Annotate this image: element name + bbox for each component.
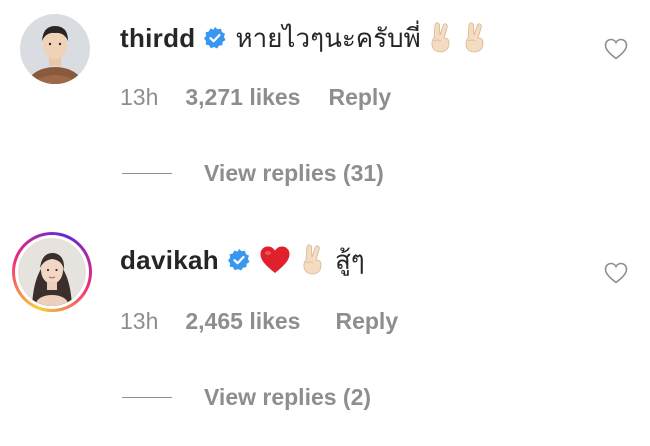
likes-count[interactable]: 2,465 likes (185, 308, 300, 335)
like-heart-icon[interactable] (604, 262, 628, 284)
avatar (18, 238, 86, 306)
timestamp[interactable]: 13h (120, 84, 158, 111)
divider-dash (122, 397, 172, 398)
username[interactable]: davikah (120, 245, 219, 276)
comment-text: สู้ๆ (334, 245, 365, 276)
avatar-image (18, 238, 86, 306)
view-replies-button[interactable]: View replies (2) (122, 384, 371, 411)
victory-hand-icon (299, 243, 327, 277)
comment-text: หายไวๆนะครับพี่ (235, 23, 421, 54)
verified-badge-icon (203, 26, 227, 50)
divider-dash (122, 173, 172, 174)
username[interactable]: thirdd (120, 23, 195, 54)
victory-hand-icon (427, 21, 455, 55)
avatar[interactable] (20, 14, 90, 84)
comment-line: thirdd หายไวๆนะครับพี่ (120, 20, 489, 56)
likes-count[interactable]: 3,271 likes (185, 84, 300, 111)
comment-line: davikah สู้ๆ (120, 242, 365, 278)
timestamp[interactable]: 13h (120, 308, 158, 335)
reply-button[interactable]: Reply (328, 84, 391, 111)
avatar-image (20, 14, 90, 84)
comment-meta: 13h 2,465 likes Reply (120, 308, 398, 335)
comment-meta: 13h 3,271 likes Reply (120, 84, 391, 111)
victory-hand-icon (461, 21, 489, 55)
verified-badge-icon (227, 248, 251, 272)
view-replies-label: View replies (2) (204, 384, 372, 410)
view-replies-label: View replies (31) (204, 160, 384, 186)
reply-button[interactable]: Reply (335, 308, 398, 335)
like-heart-icon[interactable] (604, 38, 628, 60)
red-heart-icon (259, 245, 291, 275)
view-replies-button[interactable]: View replies (31) (122, 160, 384, 187)
story-ring[interactable] (12, 232, 92, 312)
